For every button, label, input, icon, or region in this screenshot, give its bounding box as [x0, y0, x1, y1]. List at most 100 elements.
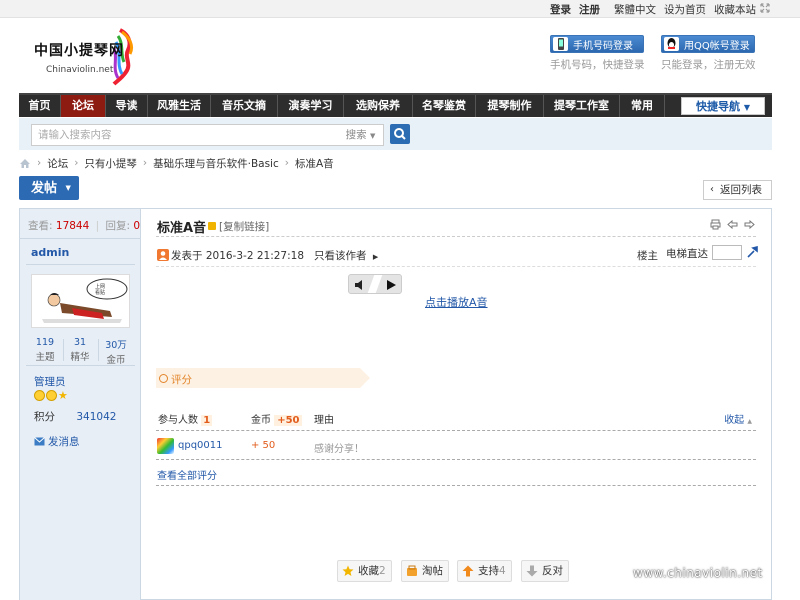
play-icon[interactable] [385, 278, 397, 292]
author-name[interactable]: admin [31, 246, 69, 259]
arrow-down-icon [526, 565, 538, 577]
search-input[interactable]: 请输入搜索内容 [31, 124, 339, 146]
elevator-go-icon[interactable] [747, 246, 759, 258]
breadcrumb-separator: › [37, 157, 42, 169]
rater-coins: + 50 [251, 440, 276, 451]
favorite-count: 2 [379, 565, 386, 577]
nav-item-famous-violins[interactable]: 名琴鉴赏 [413, 95, 476, 117]
basket-icon [407, 565, 417, 576]
divider [156, 430, 756, 431]
search-scope-label: 搜索 [345, 129, 367, 141]
divider [156, 236, 756, 237]
divider [156, 266, 756, 267]
new-post-label: 发帖 [31, 181, 58, 196]
nav-item-elegant-life[interactable]: 风雅生活 [148, 95, 211, 117]
register-link[interactable]: 注册 [579, 2, 600, 17]
nav-item-violin-making[interactable]: 提琴制作 [476, 95, 544, 117]
replies-count: 0 [133, 220, 141, 232]
user-group[interactable]: 管理员 [34, 374, 66, 389]
play-a-note-link[interactable]: 点击播放A音 [425, 294, 488, 310]
divider [367, 275, 383, 293]
collapse-label: 收起 [724, 415, 745, 426]
replies-label: 回复: [105, 220, 131, 232]
set-home-link[interactable]: 设为首页 [664, 2, 706, 17]
traditional-chinese-link[interactable]: 繁體中文 [614, 2, 656, 17]
avatar[interactable]: 上网 看贴 [31, 274, 130, 328]
search-icon [394, 128, 406, 140]
bookmark-site-link[interactable]: 收藏本站 [714, 2, 756, 17]
reason-label: 理由 [314, 415, 334, 426]
prev-thread-icon[interactable] [727, 219, 738, 230]
back-to-list-button[interactable]: ‹ 返回列表 [703, 180, 772, 200]
home-icon[interactable] [19, 158, 31, 169]
user-points: 积分 341042 [34, 409, 116, 424]
only-author-link[interactable]: 只看该作者 ▶ [314, 248, 378, 263]
divider [26, 264, 135, 265]
top-links: 登录 注册 繁體中文 设为首页 收藏本站 [550, 2, 756, 17]
divider [26, 365, 135, 366]
divider [156, 459, 756, 460]
send-message-link[interactable]: 发消息 [34, 434, 80, 449]
tao-thread-label: 淘帖 [422, 565, 443, 577]
elevator-input[interactable] [712, 245, 742, 260]
collapse-rating-link[interactable]: 收起 ▲ [724, 411, 752, 426]
breadcrumb-violin-only[interactable]: 只有小提琴 [84, 156, 137, 171]
phone-login-label: 手机号码登录 [573, 40, 633, 52]
favorite-button[interactable]: 收藏2 [337, 560, 392, 582]
support-label: 支持 [478, 565, 499, 577]
tao-thread-button[interactable]: 淘帖 [401, 560, 449, 582]
rating-table-header: 参与人数 1 金币 +50 理由 收起 ▲ [156, 411, 756, 426]
count-coins[interactable]: 30万 金币 [101, 337, 131, 366]
site-logo[interactable]: 中国小提琴网 Chinaviolin.net [30, 28, 140, 86]
new-post-button[interactable]: 发帖 ▼ [19, 176, 79, 200]
rating-title: 评分 [171, 374, 192, 386]
author-sidebar: 查看: 17844 | 回复: 0 admin 上网 看贴 119 主题 31 … [20, 209, 141, 600]
breadcrumb-separator: › [142, 157, 148, 169]
quick-nav-button[interactable]: 快捷导航 ▼ [681, 97, 765, 115]
envelope-icon [34, 437, 45, 446]
breadcrumb-forum[interactable]: 论坛 [47, 156, 68, 171]
breadcrumb-basic-theory[interactable]: 基础乐理与音乐软件·Basic [153, 156, 279, 171]
audio-player[interactable] [348, 274, 402, 294]
count-digest[interactable]: 31 精华 [65, 337, 95, 363]
qq-login-button[interactable]: 用QQ帐号登录 [661, 35, 755, 53]
count-label: 金币 [106, 355, 126, 366]
nav-item-music-digest[interactable]: 音乐文摘 [211, 95, 278, 117]
speaker-icon[interactable] [353, 278, 365, 292]
count-threads[interactable]: 119 主题 [30, 337, 60, 363]
nav-item-guide[interactable]: 导读 [106, 95, 148, 117]
user-level-medals: ★ [34, 390, 69, 402]
qq-login-label: 用QQ帐号登录 [684, 40, 750, 52]
print-icon[interactable] [710, 219, 721, 230]
top-bar: 登录 注册 繁體中文 设为首页 收藏本站 [0, 0, 800, 18]
search-button[interactable] [390, 124, 410, 144]
count-label: 主题 [35, 352, 55, 363]
nav-item-purchase-care[interactable]: 选购保养 [344, 95, 413, 117]
nav-item-violin-studio[interactable]: 提琴工作室 [544, 95, 620, 117]
smile-icon [34, 390, 45, 401]
post-time: 发表于 2016-3-2 21:27:18 [171, 250, 304, 262]
breadcrumb-separator: › [284, 157, 289, 169]
next-thread-icon[interactable] [744, 219, 755, 230]
rater-avatar[interactable] [157, 438, 174, 454]
coins-label: 金币 [251, 415, 271, 426]
nav-item-performance[interactable]: 演奏学习 [278, 95, 344, 117]
expand-icon[interactable] [760, 3, 770, 13]
logo-chinese-text: 中国小提琴网 [34, 43, 124, 59]
phone-login-button[interactable]: 手机号码登录 [550, 35, 644, 53]
nav-item-common[interactable]: 常用 [620, 95, 665, 117]
breadcrumb-current-thread[interactable]: 标准A音 [295, 156, 334, 171]
breadcrumb: › 论坛 › 只有小提琴 › 基础乐理与音乐软件·Basic › 标准A音 [19, 156, 334, 170]
login-link[interactable]: 登录 [550, 2, 571, 17]
copy-link[interactable]: [复制链接] [219, 219, 269, 234]
search-scope-select[interactable]: 搜索 ▼ [338, 124, 384, 146]
view-all-ratings-link[interactable]: 查看全部评分 [157, 467, 217, 482]
thread-stats: 查看: 17844 | 回复: 0 [20, 209, 141, 239]
participants-count: 1 [201, 415, 213, 426]
divider [156, 485, 756, 486]
nav-item-home[interactable]: 首页 [19, 95, 61, 117]
rater-username[interactable]: qpq0011 [178, 440, 223, 451]
nav-item-forum[interactable]: 论坛 [61, 95, 106, 117]
support-button[interactable]: 支持4 [457, 560, 512, 582]
oppose-button[interactable]: 反对 [521, 560, 569, 582]
